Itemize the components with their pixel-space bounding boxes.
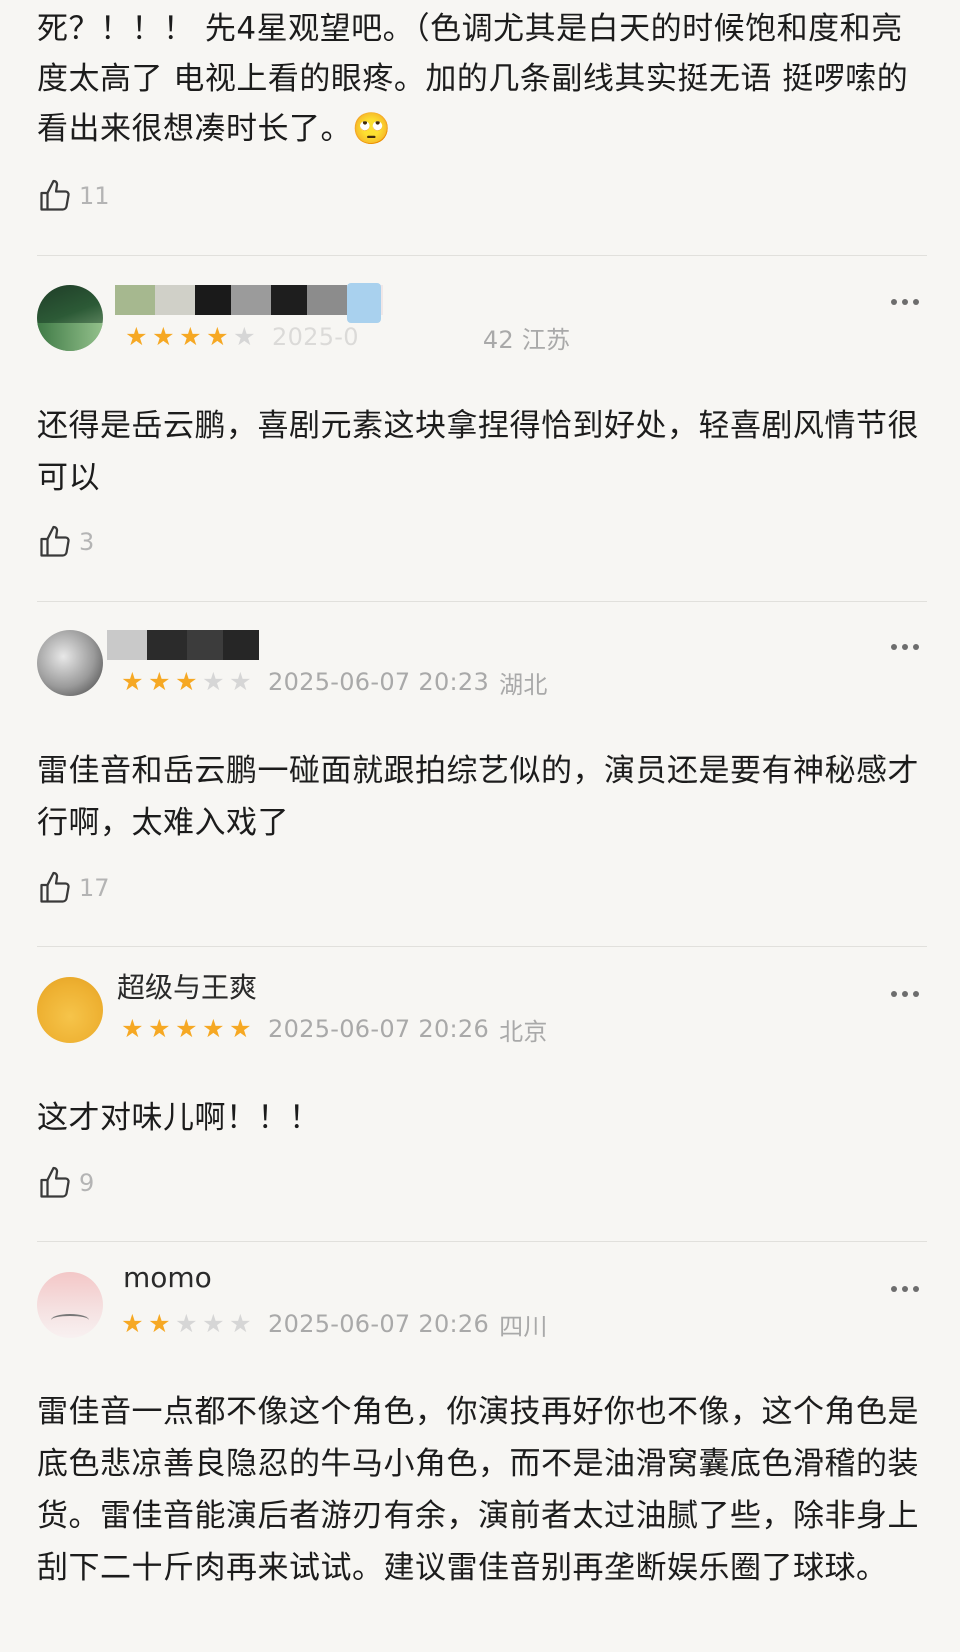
review-date: 2025-06-07 20:23 xyxy=(268,668,490,696)
review-date: 2025-06-07 20:26 xyxy=(268,1310,490,1338)
star-icon: ★ xyxy=(121,1309,144,1338)
thumbs-up-icon xyxy=(40,871,70,903)
star-icon: ★ xyxy=(229,1309,252,1338)
review-meta: ★ ★ ★ ★ ★ 2025-0 42 江苏 xyxy=(123,321,571,354)
rating-stars: ★ ★ ★ ★ ★ xyxy=(119,1309,254,1339)
review-2-text: 还得是岳云鹏，喜剧元素这块拿捏得恰到好处，轻喜剧风情节很可以 xyxy=(37,408,919,496)
review-4-text: 这才对味儿啊！！！ xyxy=(37,1100,321,1136)
comment-list: 死？！！！ 先4星观望吧。（色调尤其是白天的时候饱和度和亮度太高了 电视上看的眼… xyxy=(0,0,960,1652)
star-icon: ★ xyxy=(233,322,256,351)
review-date: 2025-0 xyxy=(272,323,359,351)
review-3-text: 雷佳音和岳云鹏一碰面就跟拍综艺似的，演员还是要有神秘感才行啊，太难入戏了 xyxy=(37,753,919,841)
star-icon: ★ xyxy=(179,322,202,351)
star-icon: ★ xyxy=(125,322,148,351)
username-text: 超级与王爽 xyxy=(117,971,257,1001)
username[interactable]: momo xyxy=(123,1262,212,1292)
more-dots-icon[interactable] xyxy=(891,644,919,650)
like-count: 11 xyxy=(79,182,110,210)
rating-stars: ★ ★ ★ ★ ★ xyxy=(123,322,258,352)
star-icon: ★ xyxy=(148,667,171,696)
more-dots-icon[interactable] xyxy=(891,299,919,305)
review-5-header: momo ★ ★ ★ ★ ★ 2025-06-07 20:26 四川 xyxy=(37,1262,927,1362)
username-text: momo xyxy=(123,1262,212,1292)
review-1-text: 死？！！！ 先4星观望吧。（色调尤其是白天的时候饱和度和亮度太高了 电视上看的眼… xyxy=(37,11,919,147)
star-icon: ★ xyxy=(152,322,175,351)
review-location: 北京 xyxy=(499,1017,548,1046)
more-dots-icon[interactable] xyxy=(891,991,919,997)
star-icon: ★ xyxy=(121,667,144,696)
like-count: 3 xyxy=(79,528,95,556)
rating-stars: ★ ★ ★ ★ ★ xyxy=(119,667,254,697)
star-icon: ★ xyxy=(229,667,252,696)
star-icon: ★ xyxy=(175,1309,198,1338)
star-icon: ★ xyxy=(175,1014,198,1043)
thumbs-up-icon xyxy=(40,1166,70,1198)
star-icon: ★ xyxy=(148,1309,171,1338)
review-meta: ★ ★ ★ ★ ★ 2025-06-07 20:26 四川 xyxy=(119,1308,548,1341)
star-icon: ★ xyxy=(202,1309,225,1338)
review-location: 42 江苏 xyxy=(482,325,571,354)
review-meta: ★ ★ ★ ★ ★ 2025-06-07 20:26 北京 xyxy=(119,1013,548,1046)
review-1-like-button[interactable]: 11 xyxy=(37,176,110,216)
review-date: 2025-06-07 20:26 xyxy=(268,1015,490,1043)
divider xyxy=(37,255,927,256)
review-3-header: ★ ★ ★ ★ ★ 2025-06-07 20:23 湖北 xyxy=(37,630,927,720)
star-icon: ★ xyxy=(206,322,229,351)
review-location: 湖北 xyxy=(499,670,548,699)
avatar[interactable] xyxy=(37,977,103,1043)
star-icon: ★ xyxy=(121,1014,144,1043)
review-location: 四川 xyxy=(499,1312,548,1341)
review-4-header: 超级与王爽 ★ ★ ★ ★ ★ 2025-06-07 20:26 北京 xyxy=(37,971,927,1067)
divider xyxy=(37,601,927,602)
review-4-like-button[interactable]: 9 xyxy=(37,1163,94,1203)
star-icon: ★ xyxy=(202,1014,225,1043)
review-5-text: 雷佳音一点都不像这个角色，你演技再好你也不像，这个角色是底色悲凉善良隐忍的牛马小… xyxy=(37,1394,919,1586)
like-count: 9 xyxy=(79,1169,95,1197)
review-2-like-button[interactable]: 3 xyxy=(37,522,94,562)
thumbs-up-icon xyxy=(40,525,70,557)
vip-badge-icon xyxy=(347,283,381,323)
username-masked[interactable] xyxy=(107,630,259,660)
review-3-like-button[interactable]: 17 xyxy=(37,868,110,908)
avatar[interactable] xyxy=(37,285,103,351)
divider xyxy=(37,946,927,947)
star-icon: ★ xyxy=(148,1014,171,1043)
review-meta: ★ ★ ★ ★ ★ 2025-06-07 20:23 湖北 xyxy=(119,666,548,699)
avatar[interactable] xyxy=(37,1272,103,1338)
divider xyxy=(37,1241,927,1242)
star-icon: ★ xyxy=(229,1014,252,1043)
review-2-header: ★ ★ ★ ★ ★ 2025-0 42 江苏 xyxy=(37,283,927,375)
username-masked[interactable] xyxy=(115,285,383,315)
star-icon: ★ xyxy=(175,667,198,696)
like-count: 17 xyxy=(79,874,110,902)
thumbs-up-icon xyxy=(40,179,70,211)
rating-stars: ★ ★ ★ ★ ★ xyxy=(119,1014,254,1044)
star-icon: ★ xyxy=(202,667,225,696)
username[interactable]: 超级与王爽 xyxy=(117,971,257,1001)
avatar[interactable] xyxy=(37,630,103,696)
more-dots-icon[interactable] xyxy=(891,1286,919,1292)
